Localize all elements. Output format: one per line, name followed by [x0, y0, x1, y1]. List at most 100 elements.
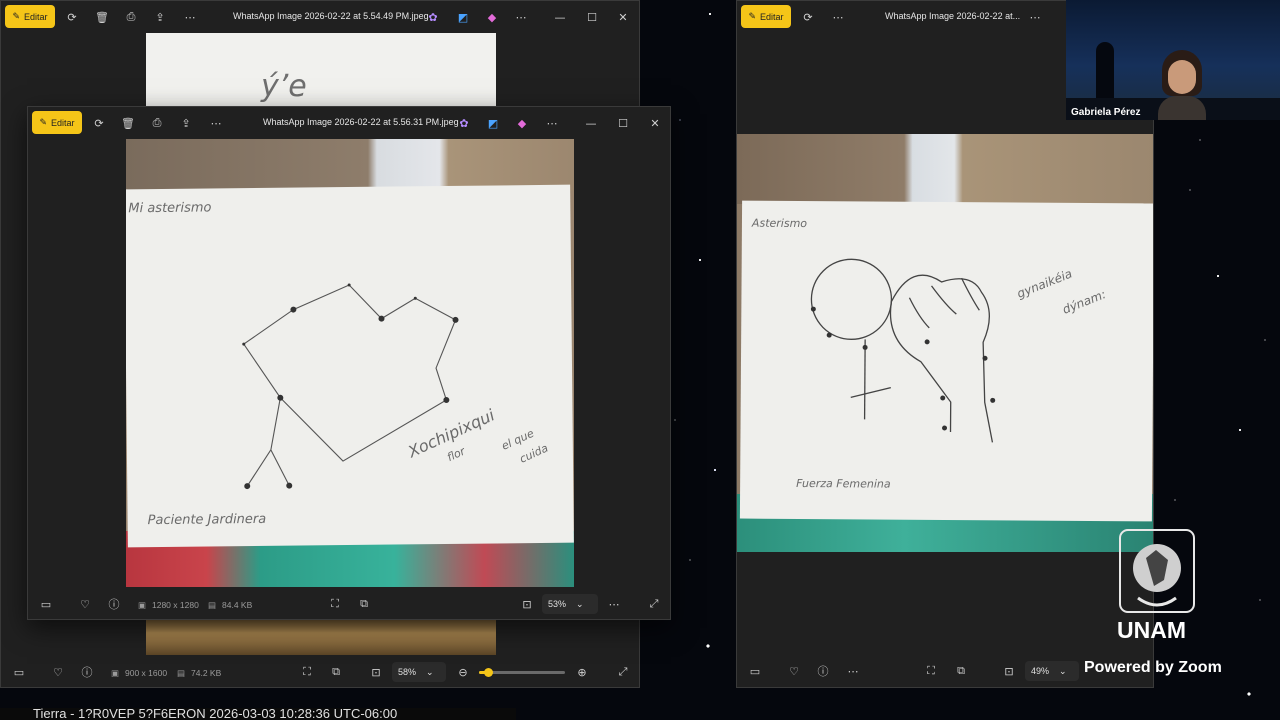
image-dimensions: 900 x 1600 — [125, 668, 168, 678]
clipchamp-icon[interactable]: ◆ — [484, 9, 500, 25]
photo-right: Asterismo gynaikéia dýnam: Fuerza Femeni… — [737, 134, 1153, 552]
copilot-icon[interactable]: ✿ — [456, 115, 472, 131]
chevron-down-icon: ⌄ — [426, 666, 434, 677]
designer-icon[interactable]: ◩ — [485, 115, 501, 131]
minimize-icon[interactable]: — — [552, 9, 568, 25]
crop-icon[interactable]: ⛶ — [299, 664, 315, 680]
chevron-down-icon: ⌄ — [576, 598, 584, 609]
more-options-icon[interactable]: ⋯ — [544, 115, 560, 131]
powered-by-zoom: Powered by Zoom — [1084, 659, 1222, 676]
favorite-icon[interactable]: ♡ — [77, 596, 93, 612]
filmstrip-icon[interactable]: ▭ — [747, 663, 763, 679]
crop-icon[interactable]: ⛶ — [923, 663, 939, 679]
file-size: 74.2 KB — [191, 668, 222, 678]
titlebar: ✎ Editar ⟳ 🗑 ⎙ ⇪ ⋯ WhatsApp Image 2026-0… — [1, 1, 639, 33]
more-icon[interactable]: ⋯ — [845, 663, 861, 679]
zoom-out-icon[interactable]: ⊖ — [455, 664, 471, 680]
fit-icon[interactable]: ⊡ — [368, 664, 384, 680]
edit-label: Editar — [24, 11, 48, 22]
info-icon[interactable]: ⓘ — [79, 664, 95, 680]
designer-icon[interactable]: ◩ — [455, 9, 471, 25]
print-icon[interactable]: ⎙ — [123, 9, 139, 25]
chevron-down-icon: ⌄ — [1059, 665, 1067, 676]
info-icon[interactable]: ⓘ — [815, 663, 831, 679]
share-icon[interactable]: ⇪ — [178, 115, 194, 131]
zoom-in-icon[interactable]: ⊕ — [574, 664, 590, 680]
pencil-icon: ✎ — [748, 11, 757, 21]
more-options-icon[interactable]: ⋯ — [1027, 9, 1043, 25]
fullscreen-icon[interactable]: ⤢ — [615, 664, 631, 680]
copilot-icon[interactable]: ✿ — [425, 9, 441, 25]
edit-button[interactable]: ✎ Editar — [741, 5, 791, 28]
zoom-slider[interactable] — [479, 668, 565, 677]
pencil-icon: ✎ — [39, 117, 48, 127]
titlebar: ✎ Editar ⟳ 🗑 ⎙ ⇪ ⋯ WhatsApp Image 2026-0… — [28, 107, 670, 139]
close-icon[interactable]: ✕ — [615, 9, 631, 25]
rotate-icon[interactable]: ⟳ — [91, 115, 107, 131]
edit-button[interactable]: ✎ Editar — [5, 5, 55, 28]
photo-background-wall — [737, 134, 1153, 204]
photo-front: Mi asterismo Xochipixqui flor el que cui… — [126, 139, 574, 587]
clipchamp-icon[interactable]: ◆ — [514, 115, 530, 131]
zoom-select[interactable]: 49% ⌄ — [1025, 661, 1079, 681]
fit-icon[interactable]: ⊡ — [1001, 663, 1017, 679]
edit-button[interactable]: ✎ Editar — [32, 111, 82, 134]
zoom-value: 49% — [1031, 666, 1050, 676]
crop-icon[interactable]: ⛶ — [327, 596, 343, 612]
participant-name: Gabriela Pérez — [1071, 107, 1141, 118]
close-icon[interactable]: ✕ — [647, 115, 663, 131]
more-icon[interactable]: ⋯ — [830, 9, 846, 25]
more-icon[interactable]: ⋯ — [182, 9, 198, 25]
unam-wordmark: UNAM — [1117, 617, 1186, 643]
zoom-select[interactable]: 53% ⌄ — [542, 594, 598, 614]
titlebar: ✎ Editar ⟳ ⋯ WhatsApp Image 2026-02-22 a… — [737, 1, 1066, 33]
unam-seal — [1118, 528, 1196, 614]
rotate-icon[interactable]: ⟳ — [64, 9, 80, 25]
compare-icon[interactable]: ⧉ — [356, 596, 372, 612]
zoom-slider-thumb[interactable] — [483, 668, 493, 677]
minimize-icon[interactable]: — — [583, 115, 599, 131]
compare-icon[interactable]: ⧉ — [953, 663, 969, 679]
file-icon: ▤ — [177, 668, 186, 678]
image-icon: ▣ — [138, 600, 147, 610]
window-title: WhatsApp Image 2026-02-22 at 5.56.31 PM.… — [263, 117, 459, 127]
rotate-icon[interactable]: ⟳ — [800, 9, 816, 25]
file-size: 84.4 KB — [222, 600, 253, 610]
image-icon: ▣ — [111, 668, 120, 678]
favorite-icon[interactable]: ♡ — [786, 663, 802, 679]
more-options-icon[interactable]: ⋯ — [513, 9, 529, 25]
filmstrip-icon[interactable]: ▭ — [11, 664, 27, 680]
paper-sheet: Asterismo gynaikéia dýnam: Fuerza Femeni… — [739, 200, 1153, 522]
more-icon[interactable]: ⋯ — [208, 115, 224, 131]
maximize-icon[interactable]: ☐ — [584, 9, 600, 25]
more-icon[interactable]: ⋯ — [606, 596, 622, 612]
edit-label: Editar — [760, 11, 784, 22]
info-icon[interactable]: ⓘ — [106, 596, 122, 612]
photos-window-front: ✎ Editar ⟳ 🗑 ⎙ ⇪ ⋯ WhatsApp Image 2026-0… — [27, 106, 671, 620]
photos-window-right-lower: Asterismo gynaikéia dýnam: Fuerza Femeni… — [736, 118, 1154, 688]
handwriting-peek: ý’e — [261, 69, 307, 104]
bottom-toolbar: ▭ ♡ ⓘ ▣ 900 x 1600 ▤ 74.2 KB ⛶ ⧉ ⊡ 58% ⌄… — [1, 657, 639, 687]
footer-ticker-bar: Tierra - 1?R0VEP 5?F6ERON 2026-03-03 10:… — [0, 708, 516, 720]
edit-label: Editar — [51, 117, 75, 128]
zoom-select[interactable]: 58% ⌄ — [392, 662, 446, 682]
file-icon: ▤ — [208, 600, 217, 610]
fit-icon[interactable]: ⊡ — [519, 596, 535, 612]
photo-background-floor — [146, 618, 496, 655]
favorite-icon[interactable]: ♡ — [50, 664, 66, 680]
delete-icon[interactable]: 🗑 — [94, 9, 110, 25]
paper-sheet: Mi asterismo Xochipixqui flor el que cui… — [126, 184, 574, 548]
share-icon[interactable]: ⇪ — [152, 9, 168, 25]
filmstrip-icon[interactable]: ▭ — [38, 596, 54, 612]
participant-video: Gabriela Pérez — [1066, 0, 1280, 120]
compare-icon[interactable]: ⧉ — [328, 664, 344, 680]
fullscreen-icon[interactable]: ⤢ — [646, 596, 662, 612]
zoom-value: 58% — [398, 667, 417, 677]
participant-avatar — [1158, 50, 1206, 120]
pencil-icon: ✎ — [12, 11, 21, 21]
delete-icon[interactable]: 🗑 — [120, 115, 136, 131]
asterism-drawing — [242, 283, 459, 490]
print-icon[interactable]: ⎙ — [149, 115, 165, 131]
image-dimensions: 1280 x 1280 — [152, 600, 199, 610]
maximize-icon[interactable]: ☐ — [615, 115, 631, 131]
